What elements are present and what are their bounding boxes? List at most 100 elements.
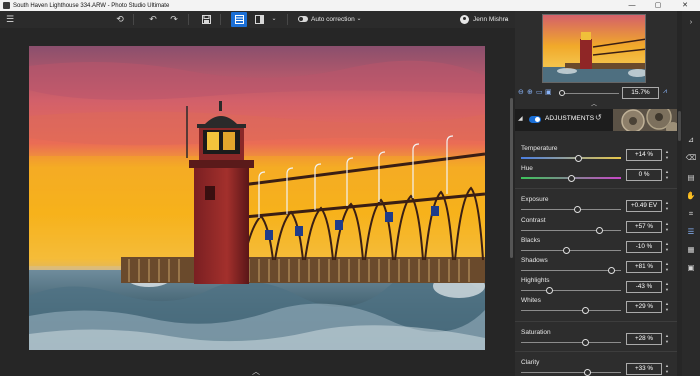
collapse-arrow-icon[interactable]: ︿ (591, 99, 597, 108)
chevron-down-icon[interactable]: ⌄ (266, 12, 282, 27)
toolbar-divider (188, 14, 189, 25)
eraser-icon[interactable]: ⌫ (682, 151, 700, 165)
revert-icon[interactable]: ⟲ (112, 12, 128, 27)
single-view-icon[interactable] (231, 12, 247, 27)
value-spinner-icon[interactable]: ▲ ▼ (665, 281, 671, 293)
adjustment-value-field[interactable]: +29 % (626, 301, 662, 313)
value-spinner-icon[interactable]: ▲ ▼ (665, 363, 671, 375)
adjustment-value-field[interactable]: 0 % (626, 169, 662, 181)
value-spinner-icon[interactable]: ▲ ▼ (665, 200, 671, 212)
adjustment-row: Contrast +57 % ▲ ▼ (515, 217, 677, 237)
adjustment-slider[interactable] (521, 209, 621, 210)
adjustment-label: Hue (521, 165, 533, 172)
adjustment-value-field[interactable]: +14 % (626, 149, 662, 161)
canvas-scrollbar[interactable] (508, 28, 515, 376)
hamburger-icon[interactable]: ☰ (2, 12, 18, 27)
adjustment-slider-knob[interactable] (568, 175, 575, 182)
maximize-button[interactable]: ▢ (648, 0, 668, 11)
adjustment-value-field[interactable]: +33 % (626, 363, 662, 375)
split-view-icon[interactable] (251, 12, 267, 27)
adjustment-slider[interactable] (521, 342, 621, 343)
photo[interactable] (29, 46, 485, 350)
avatar[interactable] (460, 15, 469, 24)
panel-scroll-thumb[interactable] (678, 111, 681, 141)
save-icon[interactable] (198, 12, 214, 27)
adjustment-row: Hue 0 % ▲ ▼ (515, 165, 677, 185)
grid-icon[interactable]: ▦ (682, 243, 700, 257)
adjustment-slider-knob[interactable] (584, 369, 591, 376)
adjustment-slider-knob[interactable] (575, 155, 582, 162)
zoom-slider-knob[interactable] (559, 90, 565, 96)
close-button[interactable]: ✕ (675, 0, 695, 11)
value-spinner-icon[interactable]: ▲ ▼ (665, 333, 671, 345)
adjustments-toggle[interactable] (529, 116, 541, 123)
adjustment-slider[interactable] (521, 230, 621, 231)
collapse-caret-icon[interactable]: ◢ (518, 115, 523, 122)
navigator-thumbnail[interactable] (542, 14, 646, 83)
adjustment-value-field[interactable]: +57 % (626, 221, 662, 233)
adjustment-slider[interactable] (521, 290, 621, 291)
adjustment-slider-knob[interactable] (582, 339, 589, 346)
hand-icon[interactable]: ✋ (682, 189, 700, 203)
zoom-out-icon[interactable]: ⊖ (518, 88, 524, 96)
value-spinner-icon[interactable]: ▲ ▼ (665, 221, 671, 233)
adjustment-label: Shadows (521, 257, 548, 264)
adjustment-value-field[interactable]: +81 % (626, 261, 662, 273)
adjustment-row: Exposure +0.49 EV ▲ ▼ (515, 196, 677, 216)
crop-icon[interactable]: ⌗ (682, 207, 700, 221)
adjustment-value-field[interactable]: +0.49 EV (626, 200, 662, 212)
adjustment-slider-knob[interactable] (574, 206, 581, 213)
adjustment-slider-knob[interactable] (546, 287, 553, 294)
adjustment-row: Highlights -43 % ▲ ▼ (515, 277, 677, 297)
adjustment-slider[interactable] (521, 310, 621, 311)
value-spinner-icon[interactable]: ▲ ▼ (665, 241, 671, 253)
window-title: South Haven Lighthouse 334.ARW - Photo S… (13, 2, 170, 9)
zoom-value[interactable]: 15.7% (622, 87, 659, 99)
adjust-icon[interactable]: ⊿ (682, 133, 700, 147)
adjustment-slider[interactable] (521, 372, 621, 373)
image-canvas[interactable] (0, 28, 515, 376)
image-icon[interactable]: ▣ (682, 261, 700, 275)
auto-correction-toggle[interactable] (298, 16, 308, 22)
adjustment-row: Shadows +81 % ▲ ▼ (515, 257, 677, 277)
chevron-down-icon[interactable]: ⌄ (351, 12, 367, 27)
adjustment-slider[interactable] (521, 250, 621, 251)
value-spinner-icon[interactable]: ▲ ▼ (665, 261, 671, 273)
adjustment-value-field[interactable]: +28 % (626, 333, 662, 345)
value-spinner-icon[interactable]: ▲ ▼ (665, 301, 671, 313)
adjustment-slider[interactable] (521, 270, 621, 271)
adjustments-header[interactable]: ◢ ADJUSTMENTS ↺ (515, 109, 677, 131)
zoom-in-icon[interactable]: ⊕ (527, 88, 533, 96)
gears-decoration (613, 109, 677, 131)
undo-icon[interactable]: ↶ (145, 12, 161, 27)
chevron-up-icon[interactable]: ︿ (252, 366, 260, 376)
adjustment-value-field[interactable]: -10 % (626, 241, 662, 253)
zoom-slider[interactable] (559, 93, 619, 94)
adjustment-slider-knob[interactable] (608, 267, 615, 274)
adjustment-slider-knob[interactable] (596, 227, 603, 234)
adjustment-row: Whites +29 % ▲ ▼ (515, 297, 677, 317)
adjustment-slider-knob[interactable] (563, 247, 570, 254)
histogram-icon[interactable]: ⩘ (663, 88, 667, 96)
auto-correction-label[interactable]: Auto correction (311, 11, 355, 28)
zoom-controls: ⊖ ⊕ ▭ ▣ 15.7% ⩘ (515, 86, 677, 100)
sliders-icon[interactable]: ☰ (682, 225, 700, 239)
toolbar: ☰ ⟲ ↶ ↷ ⌄ Auto correction ⌄ Jenn Mishra … (0, 11, 515, 28)
canvas-scroll-thumb[interactable] (510, 98, 513, 258)
reset-icon[interactable]: ↺ (595, 113, 602, 122)
adjustment-slider[interactable] (521, 157, 621, 159)
expand-panel-icon[interactable]: › (682, 15, 700, 29)
value-spinner-icon[interactable]: ▲ ▼ (665, 149, 671, 161)
adjustment-label: Whites (521, 297, 541, 304)
actual-size-icon[interactable]: ▣ (545, 88, 552, 96)
minimize-button[interactable]: — (622, 0, 642, 11)
adjustment-label: Temperature (521, 145, 558, 152)
redo-icon[interactable]: ↷ (166, 12, 182, 27)
adjustment-value-field[interactable]: -43 % (626, 281, 662, 293)
tool-rail: › ⊿ ⌫ ▤ ✋ ⌗ ☰ ▦ ▣ (682, 11, 700, 376)
film-icon[interactable]: ▤ (682, 171, 700, 185)
fit-icon[interactable]: ▭ (536, 88, 543, 96)
value-spinner-icon[interactable]: ▲ ▼ (665, 169, 671, 181)
adjustment-slider-knob[interactable] (582, 307, 589, 314)
chevron-down-icon[interactable]: ⌄ (501, 12, 511, 27)
